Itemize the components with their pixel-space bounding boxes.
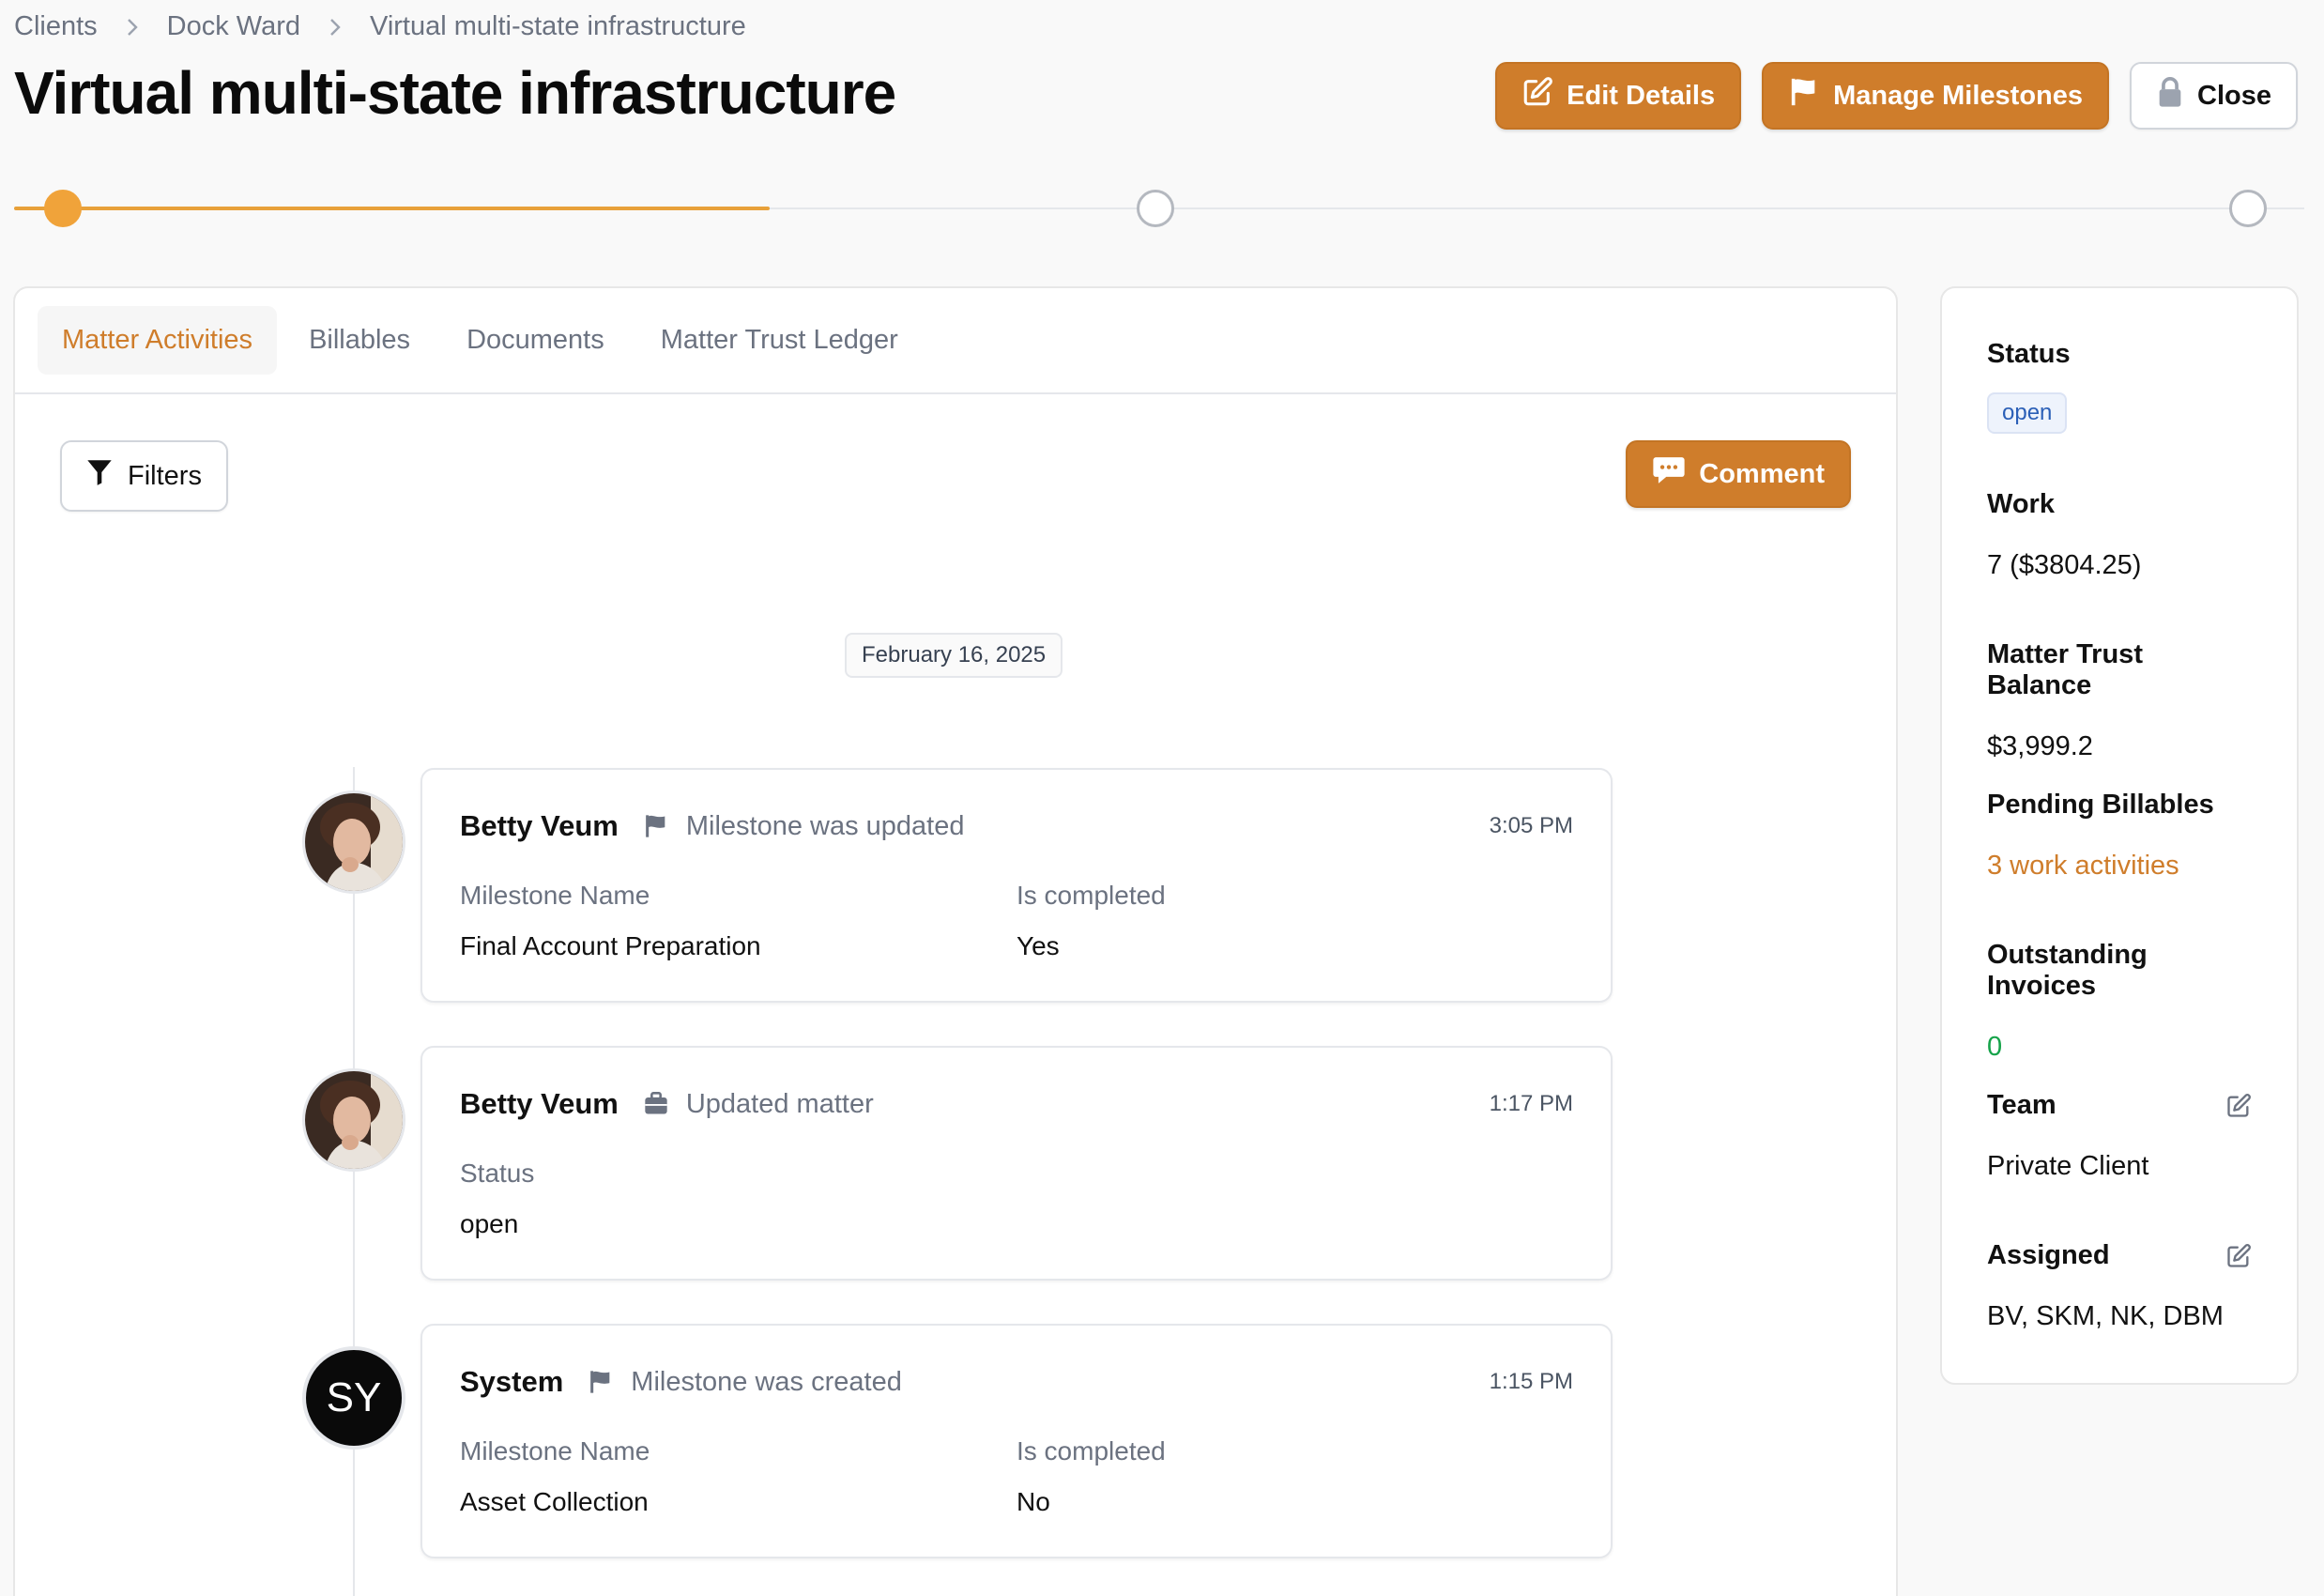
summary-label: Team [1987, 1090, 2056, 1120]
breadcrumb-item-clients[interactable]: Clients [14, 11, 98, 42]
tab-billables[interactable]: Billables [284, 306, 435, 375]
summary-label: Work [1987, 489, 2055, 519]
activity-item: Betty Veum Updated matter 1:17 PM Status… [15, 1046, 1900, 1281]
pending-billables-link[interactable]: 3 work activities [1987, 851, 2252, 882]
activity-card: Betty Veum Milestone was updated 3:05 PM… [420, 768, 1613, 1003]
close-matter-button[interactable]: Close [2130, 62, 2298, 130]
avatar: SY [302, 1346, 405, 1450]
avatar [302, 1068, 405, 1172]
summary-work: Work 7 ($3804.25) [1987, 489, 2252, 639]
summary-assigned: Assigned BV, SKM, NK, DBM [1987, 1240, 2252, 1390]
activity-item: SY System Milestone was created 1:15 PM … [15, 1324, 1900, 1558]
edit-team-icon[interactable] [2225, 1093, 2252, 1119]
summary-label: Outstanding Invoices [1987, 940, 2148, 1001]
header-actions: Edit Details Manage Milestones Close [1495, 62, 2298, 130]
activity-user[interactable]: Betty Veum [460, 809, 619, 843]
summary-value: Private Client [1987, 1151, 2149, 1181]
activity-time: 3:05 PM [1489, 813, 1573, 838]
tab-bar: Matter Activities Billables Documents Ma… [15, 288, 1896, 394]
summary-value: BV, SKM, NK, DBM [1987, 1301, 2224, 1331]
comment-icon [1652, 454, 1686, 494]
edit-icon [1521, 76, 1553, 115]
chevron-right-icon [329, 17, 342, 38]
activity-title: Milestone was updated [685, 810, 965, 841]
progress-fill [14, 207, 770, 210]
briefcase-icon [643, 1091, 669, 1117]
tab-documents[interactable]: Documents [442, 306, 629, 375]
matter-summary-panel: Status open Work 7 ($3804.25) Matter Tru… [1940, 286, 2299, 1385]
activity-title: Milestone was created [631, 1366, 902, 1397]
page-title: Virtual multi-state infrastructure [14, 59, 896, 127]
breadcrumb-item-client[interactable]: Dock Ward [167, 11, 300, 42]
breadcrumb: Clients Dock Ward Virtual multi-state in… [14, 11, 746, 42]
field-label: Milestone Name [460, 881, 650, 910]
comment-button[interactable]: Comment [1626, 440, 1851, 508]
activity-item: Betty Veum Milestone was updated 3:05 PM… [15, 768, 1900, 1003]
close-label: Close [2197, 80, 2271, 111]
field-label: Is completed [1017, 881, 1166, 910]
field-label: Status [460, 1159, 535, 1188]
flag-icon [588, 1369, 614, 1395]
edit-details-button[interactable]: Edit Details [1495, 62, 1742, 130]
summary-trust-balance: Matter Trust Balance $3,999.2 [1987, 639, 2252, 790]
summary-value: 0 [1987, 1032, 2003, 1062]
tab-matter-trust-ledger[interactable]: Matter Trust Ledger [636, 306, 923, 375]
manage-milestones-label: Manage Milestones [1833, 80, 2084, 111]
chevron-right-icon [126, 17, 139, 38]
summary-status: Status open [1987, 339, 2252, 489]
activity-time: 1:17 PM [1489, 1091, 1573, 1116]
activity-field: Is completed No [1017, 1436, 1573, 1517]
activity-field: Is completed Yes [1017, 881, 1573, 961]
edit-assigned-icon[interactable] [2225, 1243, 2252, 1269]
activity-card: Betty Veum Updated matter 1:17 PM Status… [420, 1046, 1613, 1281]
milestone-node-pending[interactable] [1137, 190, 1174, 227]
activity-field: Status open [460, 1159, 1032, 1239]
activity-field: Milestone Name Final Account Preparation [460, 881, 1017, 961]
activity-card: System Milestone was created 1:15 PM Mil… [420, 1324, 1613, 1558]
summary-value: $3,999.2 [1987, 731, 2093, 761]
tab-matter-activities[interactable]: Matter Activities [38, 306, 278, 375]
breadcrumb-item-current: Virtual multi-state infrastructure [370, 11, 746, 41]
edit-details-label: Edit Details [1567, 80, 1716, 111]
summary-label: Pending Billables [1987, 790, 2214, 820]
date-divider: February 16, 2025 [845, 633, 1063, 678]
milestone-node-pending[interactable] [2229, 190, 2267, 227]
summary-team: Team Private Client [1987, 1090, 2252, 1240]
summary-value: 7 ($3804.25) [1987, 550, 2142, 580]
field-label: Milestone Name [460, 1436, 650, 1466]
field-value: Final Account Preparation [460, 931, 761, 960]
summary-label: Matter Trust Balance [1987, 639, 2143, 700]
summary-pending-billables: Pending Billables 3 work activities [1987, 790, 2252, 940]
milestone-progress [14, 188, 2304, 231]
summary-label: Status [1987, 339, 2071, 369]
field-label: Is completed [1017, 1436, 1166, 1466]
activity-field: Milestone Name Asset Collection [460, 1436, 1017, 1517]
matter-activities-panel: Matter Activities Billables Documents Ma… [13, 286, 1898, 1596]
activity-user[interactable]: Betty Veum [460, 1087, 619, 1121]
field-value: Yes [1017, 931, 1060, 960]
flag-icon [643, 813, 669, 839]
filters-label: Filters [128, 460, 202, 491]
field-value: No [1017, 1487, 1050, 1516]
field-value: Asset Collection [460, 1487, 649, 1516]
activity-title: Updated matter [685, 1088, 874, 1119]
summary-label: Assigned [1987, 1240, 2110, 1270]
activity-time: 1:15 PM [1489, 1369, 1573, 1394]
lock-icon [2156, 76, 2184, 115]
comment-label: Comment [1699, 458, 1825, 489]
field-value: open [460, 1209, 519, 1238]
manage-milestones-button[interactable]: Manage Milestones [1762, 62, 2110, 130]
avatar [302, 790, 405, 894]
filter-icon [86, 458, 113, 494]
flag-icon [1788, 76, 1820, 115]
activity-user[interactable]: System [460, 1365, 563, 1399]
filters-button[interactable]: Filters [60, 440, 228, 512]
milestone-node-completed[interactable] [44, 190, 82, 227]
summary-outstanding-invoices: Outstanding Invoices 0 [1987, 940, 2252, 1090]
status-badge: open [1987, 392, 2068, 434]
